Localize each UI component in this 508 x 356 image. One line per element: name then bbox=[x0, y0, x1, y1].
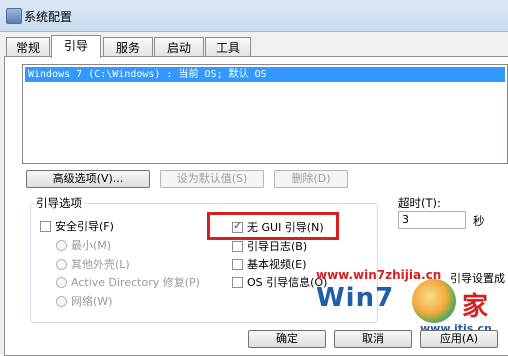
watermark-home: 家 bbox=[462, 292, 489, 322]
annotation-highlight-box bbox=[207, 212, 339, 240]
tab-services[interactable]: 服务 bbox=[103, 37, 153, 57]
boot-log-checkbox[interactable]: 引导日志(B) bbox=[232, 238, 307, 254]
alternate-shell-radio[interactable]: 其他外壳(L) bbox=[56, 256, 130, 272]
base-video-label: 基本视频(E) bbox=[247, 258, 307, 271]
radio-circle bbox=[56, 239, 67, 251]
timeout-label: 超时(T): bbox=[398, 196, 441, 210]
app-icon bbox=[6, 8, 22, 24]
checkbox-box bbox=[40, 220, 51, 232]
network-label: 网络(W) bbox=[71, 295, 113, 308]
radio-circle bbox=[56, 295, 67, 307]
checkbox-box bbox=[232, 276, 243, 288]
watermark-logo-icon bbox=[412, 279, 456, 323]
set-default-button[interactable]: 设为默认值(S) bbox=[160, 170, 264, 188]
radio-circle bbox=[56, 258, 67, 270]
os-boot-info-checkbox[interactable]: OS 引导信息(O) bbox=[232, 274, 327, 290]
ad-repair-radio[interactable]: Active Directory 修复(P) bbox=[56, 274, 200, 290]
checkbox-box bbox=[232, 240, 243, 252]
boot-log-label: 引导日志(B) bbox=[247, 240, 308, 253]
watermark-brand: Win7 bbox=[316, 283, 395, 313]
base-video-checkbox[interactable]: 基本视频(E) bbox=[232, 256, 307, 272]
tab-boot[interactable]: 引导 bbox=[51, 35, 101, 58]
tab-general[interactable]: 常规 bbox=[6, 37, 50, 57]
timeout-unit: 秒 bbox=[473, 214, 485, 228]
title-bar: 系统配置 bbox=[0, 0, 508, 32]
os-list[interactable]: Windows 7 (C:\Windows) : 当前 OS; 默认 OS bbox=[22, 64, 508, 164]
alternate-shell-label: 其他外壳(L) bbox=[71, 258, 130, 271]
radio-circle bbox=[56, 276, 67, 288]
ad-repair-label: Active Directory 修复(P) bbox=[71, 276, 200, 289]
delete-button[interactable]: 删除(D) bbox=[274, 170, 348, 188]
apply-button[interactable]: 应用(A) bbox=[420, 330, 498, 348]
watermark-site: www.win7zhijia.cn bbox=[316, 268, 442, 282]
boot-options-label: 引导选项 bbox=[34, 195, 84, 211]
tab-tools[interactable]: 工具 bbox=[205, 37, 251, 57]
ok-button[interactable]: 确定 bbox=[248, 330, 326, 348]
window-title: 系统配置 bbox=[24, 10, 73, 24]
checkbox-box bbox=[232, 258, 243, 270]
tab-startup[interactable]: 启动 bbox=[154, 37, 204, 57]
os-list-item[interactable]: Windows 7 (C:\Windows) : 当前 OS; 默认 OS bbox=[25, 67, 505, 82]
network-radio[interactable]: 网络(W) bbox=[56, 293, 112, 309]
safe-boot-checkbox[interactable]: 安全引导(F) bbox=[40, 218, 114, 234]
cancel-button[interactable]: 取消 bbox=[334, 330, 412, 348]
make-permanent-label-partial: 引导设置成 bbox=[450, 272, 505, 285]
timeout-input[interactable]: 3 bbox=[398, 211, 466, 229]
advanced-options-button[interactable]: 高级选项(V)... bbox=[26, 170, 150, 188]
safe-boot-label: 安全引导(F) bbox=[55, 220, 114, 233]
minimal-label: 最小(M) bbox=[71, 239, 112, 252]
minimal-radio[interactable]: 最小(M) bbox=[56, 237, 111, 253]
